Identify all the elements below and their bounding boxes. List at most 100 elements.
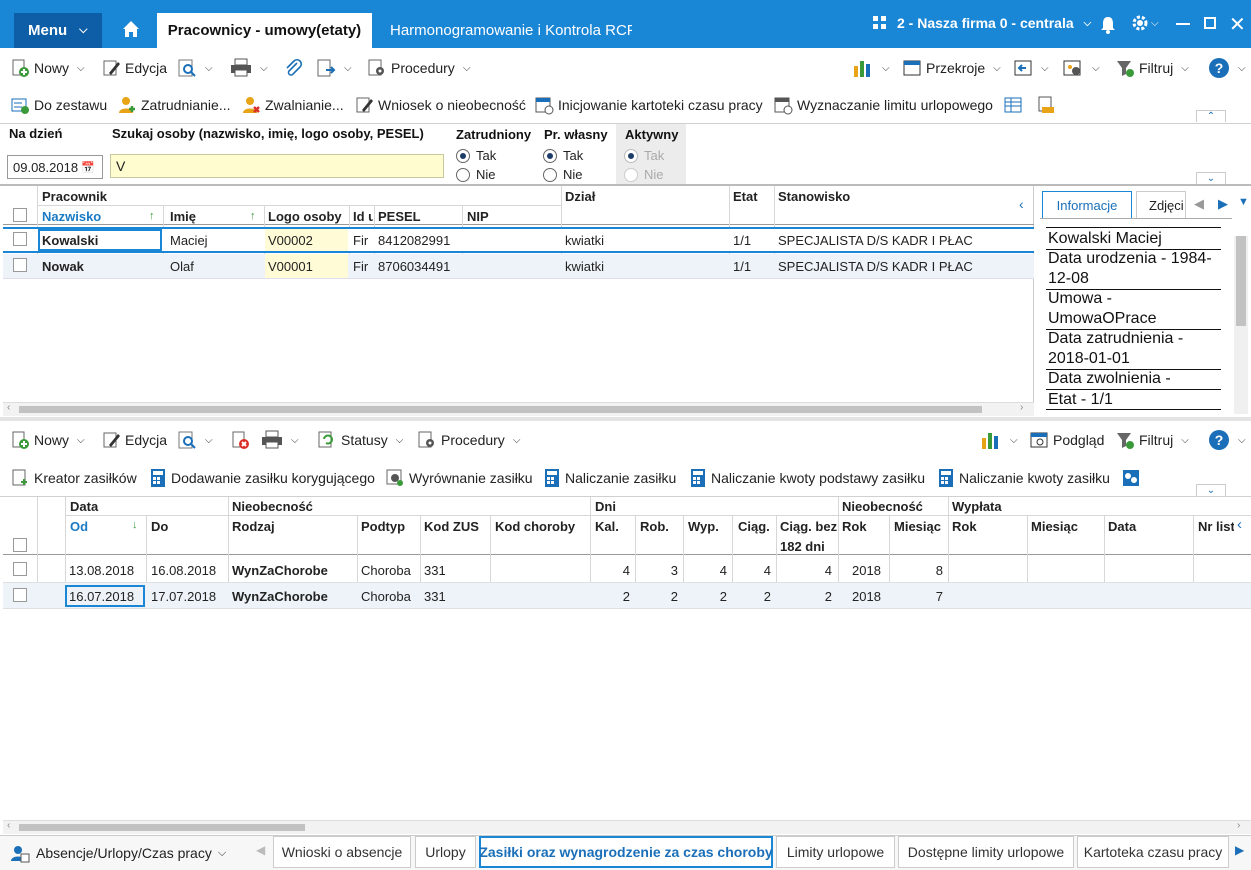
col-pay-year[interactable]: Rok (952, 519, 977, 534)
col-list-no[interactable]: Nr list (1198, 519, 1234, 534)
col-nip[interactable]: NIP (467, 209, 489, 224)
sort-descending-icon[interactable]: ↓ (132, 519, 138, 531)
calendar-icon[interactable]: 📅 (81, 161, 95, 174)
col-month[interactable]: Miesiąc (894, 519, 941, 534)
report-button[interactable] (1036, 87, 1056, 123)
layout-button[interactable]: ⌵ (1013, 50, 1049, 86)
calc-amount-button[interactable]: Naliczanie kwoty zasiłku (937, 460, 1110, 496)
own-yes-radio[interactable]: Tak (543, 148, 583, 163)
col-id[interactable]: Id u (353, 209, 373, 224)
tab-absence-requests[interactable]: Wnioski o absencje (273, 836, 411, 868)
col-subtype[interactable]: Podtyp (361, 519, 405, 534)
sort-ascending-icon[interactable]: ↑ (250, 210, 256, 222)
tab-info[interactable]: Informacje (1042, 191, 1132, 218)
benefit-chart-button[interactable]: ⌵ (980, 422, 1018, 458)
col-dept[interactable]: Dział (565, 189, 595, 204)
new-button[interactable]: Nowy ⌵ (10, 50, 85, 86)
tab-time-card[interactable]: Kartoteka czasu pracy (1077, 836, 1229, 868)
home-icon[interactable] (118, 16, 144, 42)
col-from[interactable]: Od (70, 519, 88, 534)
company-selector[interactable]: 2 - Nasza firma 0 - centrala ⌵ (873, 13, 1091, 33)
col-pay-month[interactable]: Miesiąc (1031, 519, 1078, 534)
sections-button[interactable]: Przekroje ⌵ (902, 50, 1001, 86)
col-name[interactable]: Imię (170, 209, 196, 224)
chevron-left-icon[interactable]: ‹ (1019, 196, 1024, 212)
delete-benefit-button[interactable] (230, 422, 250, 458)
calc-button[interactable]: Naliczanie zasiłku (543, 460, 676, 496)
settings-gear-icon[interactable]: ⌵ (1131, 14, 1159, 32)
equalize-button[interactable]: Wyrównanie zasiłku (385, 460, 533, 496)
tab-sickness-benefits[interactable]: Zasiłki oraz wynagrodzenie za czas choro… (479, 836, 773, 868)
vertical-scrollbar[interactable] (1234, 236, 1248, 414)
absence-request-button[interactable]: Wniosek o nieobecność (354, 87, 526, 123)
col-year[interactable]: Rok (842, 519, 867, 534)
row-checkbox[interactable] (13, 258, 27, 272)
select-all-checkbox[interactable] (13, 208, 27, 222)
attachment-button[interactable] (283, 50, 303, 86)
col-pesel[interactable]: PESEL (378, 209, 421, 224)
table-settings-button[interactable] (1003, 87, 1023, 123)
col-etat[interactable]: Etat (733, 189, 758, 204)
chevron-down-icon[interactable]: ▼ (1238, 196, 1249, 208)
menu-button[interactable]: Menu ⌵ (14, 13, 102, 48)
collapse-up-icon[interactable]: ⌃ (1196, 110, 1226, 122)
hire-button[interactable]: Zatrudnianie... (117, 87, 231, 123)
procedures-button[interactable]: Procedury ⌵ (367, 50, 470, 86)
expand-down-icon[interactable]: ⌄ (1196, 484, 1226, 496)
new-benefit-button[interactable]: Nowy ⌵ (10, 422, 85, 458)
tab-leaves[interactable]: Urlopy (415, 836, 476, 868)
tab-available-limits[interactable]: Dostępne limity urlopowe (898, 836, 1074, 868)
own-no-radio[interactable]: Nie (543, 167, 583, 182)
print-button[interactable]: ⌵ (230, 50, 268, 86)
col-zus[interactable]: Kod ZUS (424, 519, 479, 534)
print-benefit-button[interactable]: ⌵ (261, 422, 299, 458)
arrow-left-icon[interactable]: ◀ (1194, 196, 1204, 212)
row-checkbox[interactable] (13, 588, 27, 602)
calc-base-button[interactable]: Naliczanie kwoty podstawy zasiłku (689, 460, 925, 496)
settings-window-button[interactable]: ⌵ (1062, 50, 1100, 86)
benefit-wizard-button[interactable]: Kreator zasiłków (10, 460, 137, 496)
panel-splitter[interactable] (0, 417, 1251, 421)
col-cal[interactable]: Kal. (595, 519, 619, 534)
add-to-set-button[interactable]: Do zestawu (10, 87, 107, 123)
maximize-icon[interactable] (1204, 17, 1216, 29)
chart-button[interactable]: ⌵ (852, 50, 890, 86)
bell-icon[interactable] (1100, 16, 1116, 37)
section-selector[interactable]: Absencje/Urlopy/Czas pracy ⌵ (10, 843, 226, 863)
status-button[interactable]: Statusy ⌵ (317, 422, 403, 458)
view-button[interactable]: Podgląd (1029, 422, 1104, 458)
search-input[interactable]: V (110, 154, 444, 178)
help-button[interactable]: ? ⌵ (1208, 422, 1246, 458)
tabs-scroll-left-icon[interactable]: ◀ (256, 843, 265, 857)
chevron-left-icon[interactable]: ‹ (1237, 516, 1242, 533)
col-surname[interactable]: Nazwisko (42, 209, 101, 224)
tab-scheduling-rcp[interactable]: Harmonogramowanie i Kontrola RCP (390, 13, 632, 48)
init-card-button[interactable]: Inicjowanie kartoteki czasu pracy (534, 87, 763, 123)
col-position[interactable]: Stanowisko (778, 189, 850, 204)
edit-benefit-button[interactable]: Edycja (101, 422, 167, 458)
minimize-icon[interactable] (1176, 23, 1190, 25)
col-logo[interactable]: Logo osoby (268, 209, 342, 224)
benefit-procedures-button[interactable]: Procedury ⌵ (417, 422, 520, 458)
preview-button[interactable]: ⌵ (177, 50, 213, 86)
help-button[interactable]: ? ⌵ (1208, 50, 1246, 86)
col-disease[interactable]: Kod choroby (495, 519, 575, 534)
col-type[interactable]: Rodzaj (232, 519, 275, 534)
benefit-filter-button[interactable]: Filtruj ⌵ (1115, 422, 1189, 458)
col-pay-date[interactable]: Data (1108, 519, 1136, 534)
leave-limit-button[interactable]: Wyznaczanie limitu urlopowego (773, 87, 993, 123)
horizontal-scrollbar[interactable]: ‹ › (3, 402, 1034, 416)
arrow-right-icon[interactable]: ▶ (1218, 196, 1228, 212)
col-to[interactable]: Do (151, 519, 168, 534)
tab-employees-contracts[interactable]: Pracownicy - umowy(etaty) (157, 13, 372, 48)
tab-photo[interactable]: Zdjęci (1136, 191, 1186, 218)
col-cont182[interactable]: Ciąg. bez (780, 519, 837, 534)
col-work[interactable]: Rob. (640, 519, 669, 534)
close-icon[interactable]: ✕ (1229, 12, 1246, 37)
correction-button[interactable]: Dodawanie zasiłku korygującego (149, 460, 375, 496)
col-cont[interactable]: Ciąg. (738, 519, 770, 534)
col-wyp[interactable]: Wyp. (688, 519, 719, 534)
filter-button[interactable]: Filtruj ⌵ (1115, 50, 1189, 86)
row-checkbox[interactable] (13, 232, 27, 246)
preview-benefit-button[interactable]: ⌵ (177, 422, 213, 458)
